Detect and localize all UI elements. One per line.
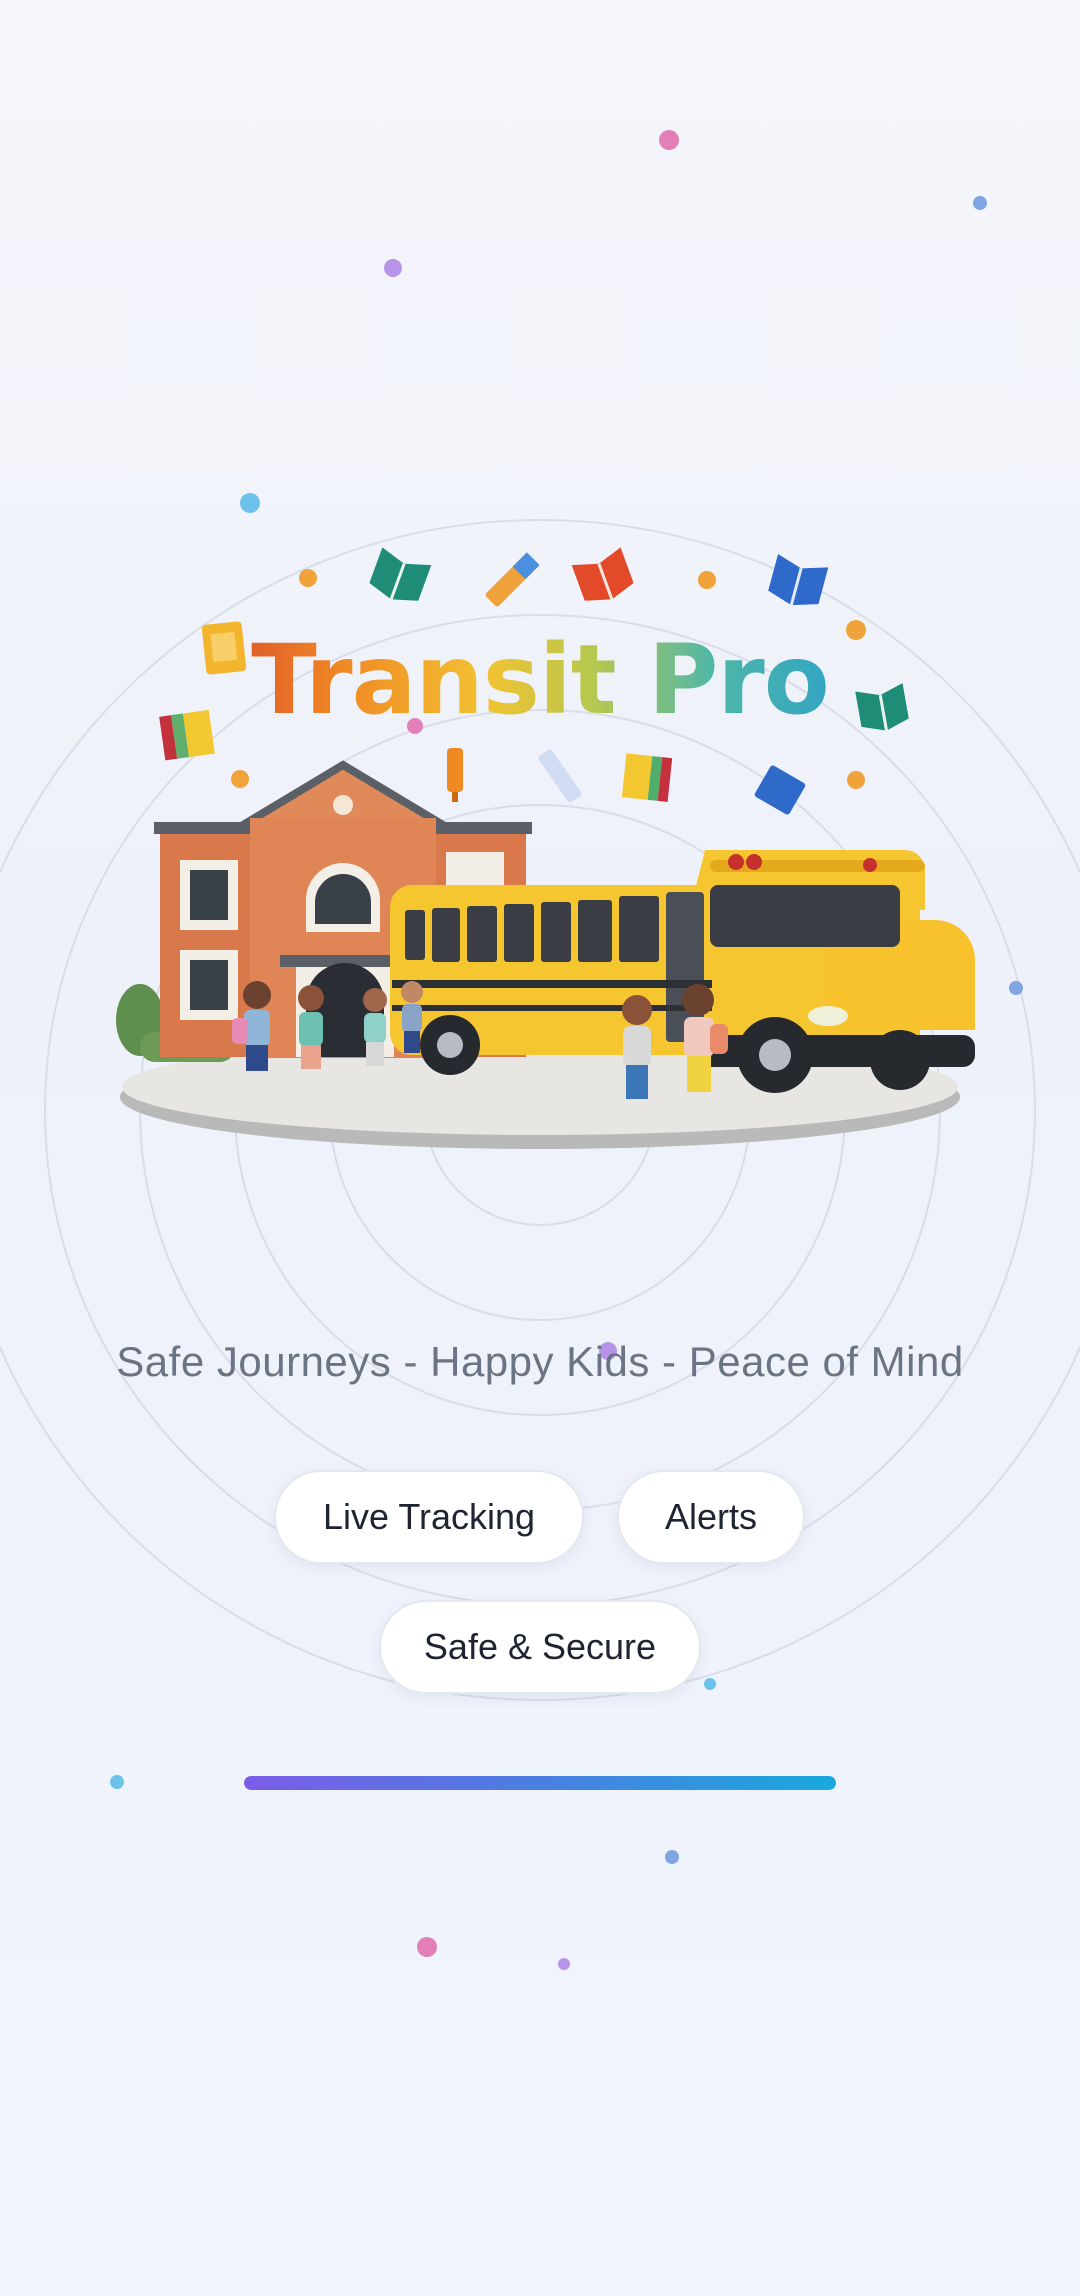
books-stack-icon <box>621 753 673 802</box>
decorations-layer <box>159 547 909 815</box>
book-icon <box>768 553 829 606</box>
ruler-icon <box>538 749 582 803</box>
decorative-dot <box>704 1678 716 1690</box>
app-title: Transit Pro <box>0 620 1080 740</box>
chip-live-tracking[interactable]: Live Tracking <box>274 1470 584 1564</box>
book-icon <box>369 547 432 601</box>
decorative-dot <box>665 1850 679 1864</box>
book-icon <box>571 547 634 601</box>
star-icon <box>231 770 249 788</box>
star-icon <box>847 771 865 789</box>
book-icon <box>754 765 806 815</box>
chip-safe-secure[interactable]: Safe & Secure <box>379 1600 701 1694</box>
decorative-dot <box>417 1937 437 1957</box>
pencil-icon <box>485 552 540 607</box>
loading-progress-bar <box>244 1776 836 1790</box>
tagline: Safe Journeys - Happy Kids - Peace of Mi… <box>116 1338 964 1385</box>
decorative-dot <box>110 1775 124 1789</box>
decorative-dot <box>558 1958 570 1970</box>
crayon-icon <box>447 748 463 802</box>
loading-progress-fill <box>244 1776 836 1790</box>
star-icon <box>698 571 716 589</box>
chip-alerts[interactable]: Alerts <box>617 1470 805 1564</box>
splash-screen: Transit Pro Safe Journeys - Happy Kids -… <box>0 0 1080 2296</box>
star-icon <box>299 569 317 587</box>
